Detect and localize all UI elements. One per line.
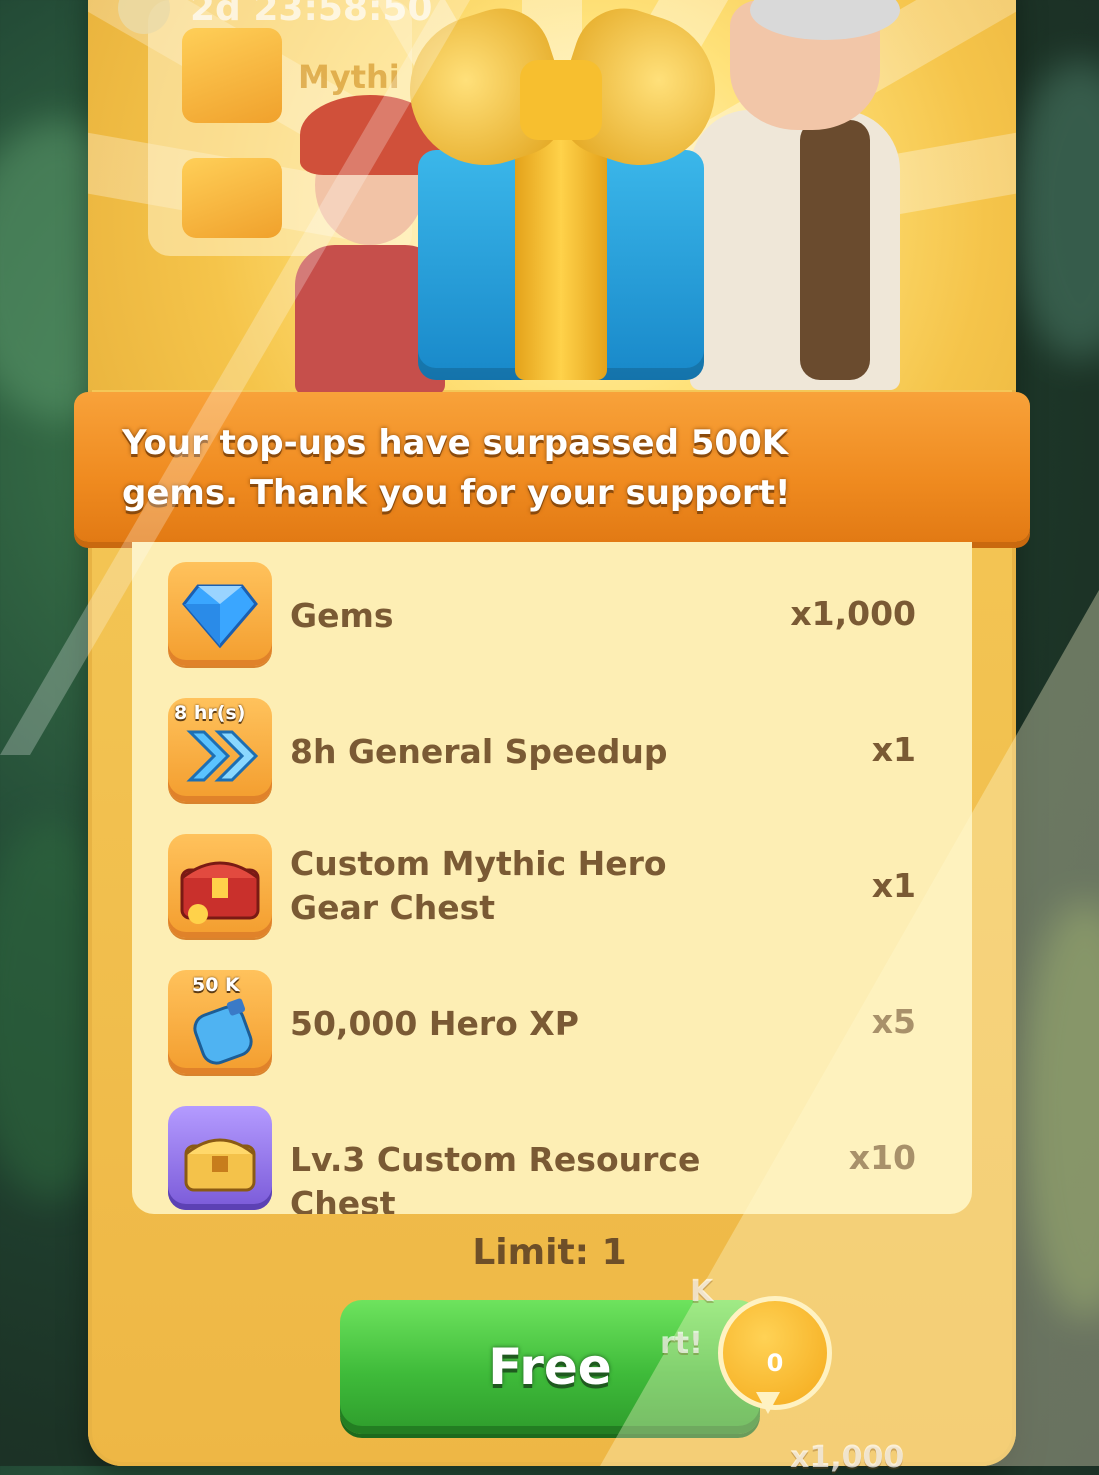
reward-qty: x1 bbox=[871, 730, 916, 769]
gift-ribbon bbox=[515, 140, 607, 380]
reward-name: Gems bbox=[290, 596, 394, 635]
key-icon[interactable] bbox=[182, 158, 282, 238]
speedup-icon[interactable]: 8 hr(s) bbox=[168, 698, 272, 802]
event-timer: 2d 23:58:50 bbox=[190, 0, 433, 29]
reward-qty: x5 bbox=[871, 1002, 916, 1041]
bubble-tail bbox=[756, 1392, 780, 1414]
reward-qty: x10 bbox=[848, 1138, 916, 1177]
reward-row-hero-xp: 50 K 50,000 Hero XP x5 bbox=[132, 950, 972, 1074]
thank-you-message: Your top-ups have surpassed 500K gems. T… bbox=[122, 423, 791, 513]
gem-icon[interactable] bbox=[168, 562, 272, 666]
reward-qty: x1,000 bbox=[790, 594, 916, 633]
reward-name: Lv.3 Custom Resource Chest bbox=[290, 1140, 701, 1214]
ghost-text-k: K bbox=[690, 1274, 714, 1309]
mythic-scroll-icon[interactable] bbox=[182, 28, 282, 123]
male-hero-character bbox=[690, 0, 910, 390]
reward-qty: x1 bbox=[871, 866, 916, 905]
xp-amount-tag: 50 K bbox=[192, 974, 240, 996]
speedup-duration-tag: 8 hr(s) bbox=[174, 702, 246, 724]
ghost-text-qty: x1,000 bbox=[790, 1440, 905, 1475]
gift-bow-knot bbox=[520, 60, 602, 140]
reward-name: 50,000 Hero XP bbox=[290, 1004, 579, 1043]
free-claim-button[interactable]: Free bbox=[340, 1300, 760, 1434]
reward-name: 8h General Speedup bbox=[290, 732, 668, 771]
reward-row-resource-chest: Lv.3 Custom Resource Chest x10 bbox=[132, 1086, 972, 1214]
xp-potion-icon[interactable]: 50 K bbox=[168, 970, 272, 1074]
resource-chest-icon[interactable] bbox=[168, 1106, 272, 1210]
reward-list[interactable]: Gems x1,000 8 hr(s) 8h General Speedup x… bbox=[132, 542, 972, 1214]
reward-row-gems: Gems x1,000 bbox=[132, 542, 972, 666]
treasure-chest-icon[interactable] bbox=[168, 834, 272, 938]
purchase-limit: Limit: 1 bbox=[472, 1232, 627, 1273]
bubble-count: 0 bbox=[766, 1349, 784, 1377]
reward-row-gear-chest: Custom Mythic Hero Gear Chest x1 bbox=[132, 814, 972, 938]
ghost-text-rt: rt! bbox=[660, 1326, 703, 1361]
reward-row-speedup: 8 hr(s) 8h General Speedup x1 bbox=[132, 678, 972, 802]
reward-name: Custom Mythic Hero Gear Chest bbox=[290, 844, 667, 927]
